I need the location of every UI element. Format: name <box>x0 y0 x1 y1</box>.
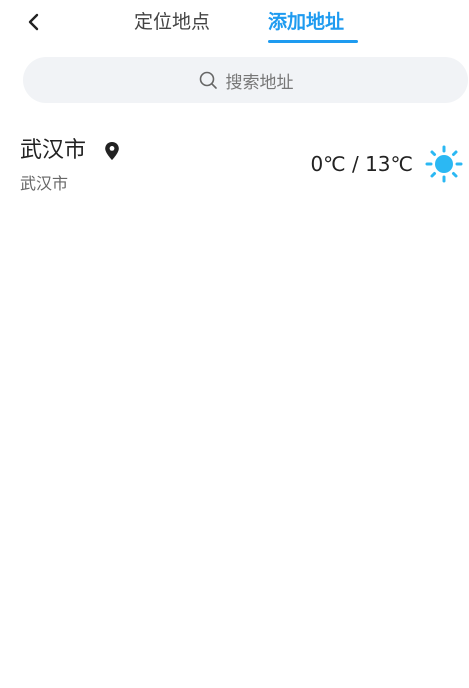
tab-add-address[interactable]: 添加地址 <box>268 8 344 36</box>
sun-icon <box>425 145 463 183</box>
tab-locate-places[interactable]: 定位地点 <box>134 8 210 36</box>
top-bar: 定位地点 添加地址 <box>0 0 469 48</box>
search-placeholder: 搜索地址 <box>225 72 294 93</box>
location-name: 武汉市 <box>20 138 87 163</box>
location-subtitle: 武汉市 <box>20 174 69 193</box>
search-icon <box>198 70 218 90</box>
chevron-left-icon <box>25 13 43 31</box>
back-button[interactable] <box>20 8 48 36</box>
temperature-range: 0℃ / 13℃ <box>310 152 413 176</box>
location-item-wuhan[interactable]: 武汉市 武汉市 0℃ / 13℃ <box>0 130 469 200</box>
active-tab-indicator <box>268 40 358 43</box>
map-pin-icon <box>105 142 119 160</box>
search-bar[interactable]: 搜索地址 <box>23 57 468 103</box>
